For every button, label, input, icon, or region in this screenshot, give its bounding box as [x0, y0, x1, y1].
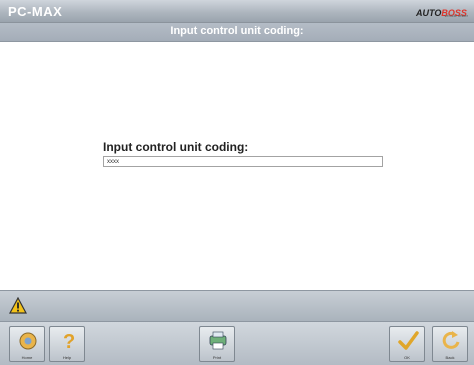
print-button[interactable]: Print — [199, 326, 235, 362]
page-title: Input control unit coding: — [170, 25, 304, 37]
bottom-toolbar: Home ? Help Print OK Back — [0, 321, 474, 365]
app-title: PC-MAX — [8, 4, 63, 19]
ok-label: OK — [404, 355, 410, 360]
coding-label: Input control unit coding: — [103, 140, 249, 154]
main-content: Input control unit coding: — [0, 42, 474, 290]
print-icon — [209, 331, 227, 350]
home-label: Home — [21, 355, 33, 360]
home-button[interactable]: Home — [9, 326, 45, 362]
print-label: Print — [212, 355, 222, 360]
help-label: Help — [62, 355, 72, 360]
back-label: Back — [445, 355, 455, 360]
check-icon — [398, 331, 419, 350]
logo-auto: AUTO — [416, 8, 442, 18]
logo-tagline: vehicle tester — [444, 13, 468, 18]
help-icon: ? — [63, 331, 75, 352]
warning-icon — [9, 297, 27, 314]
page-header: Input control unit coding: — [0, 23, 474, 42]
help-button[interactable]: ? Help — [49, 326, 85, 362]
brand-logo: AUTOBOSS vehicle tester — [416, 3, 468, 19]
svg-text:?: ? — [63, 331, 75, 352]
coding-input[interactable] — [103, 156, 383, 167]
back-icon — [442, 331, 460, 349]
back-button[interactable]: Back — [432, 326, 468, 362]
title-bar: PC-MAX AUTOBOSS vehicle tester — [0, 0, 474, 23]
ok-button[interactable]: OK — [389, 326, 425, 362]
status-bar — [0, 290, 474, 321]
home-icon — [19, 332, 37, 350]
